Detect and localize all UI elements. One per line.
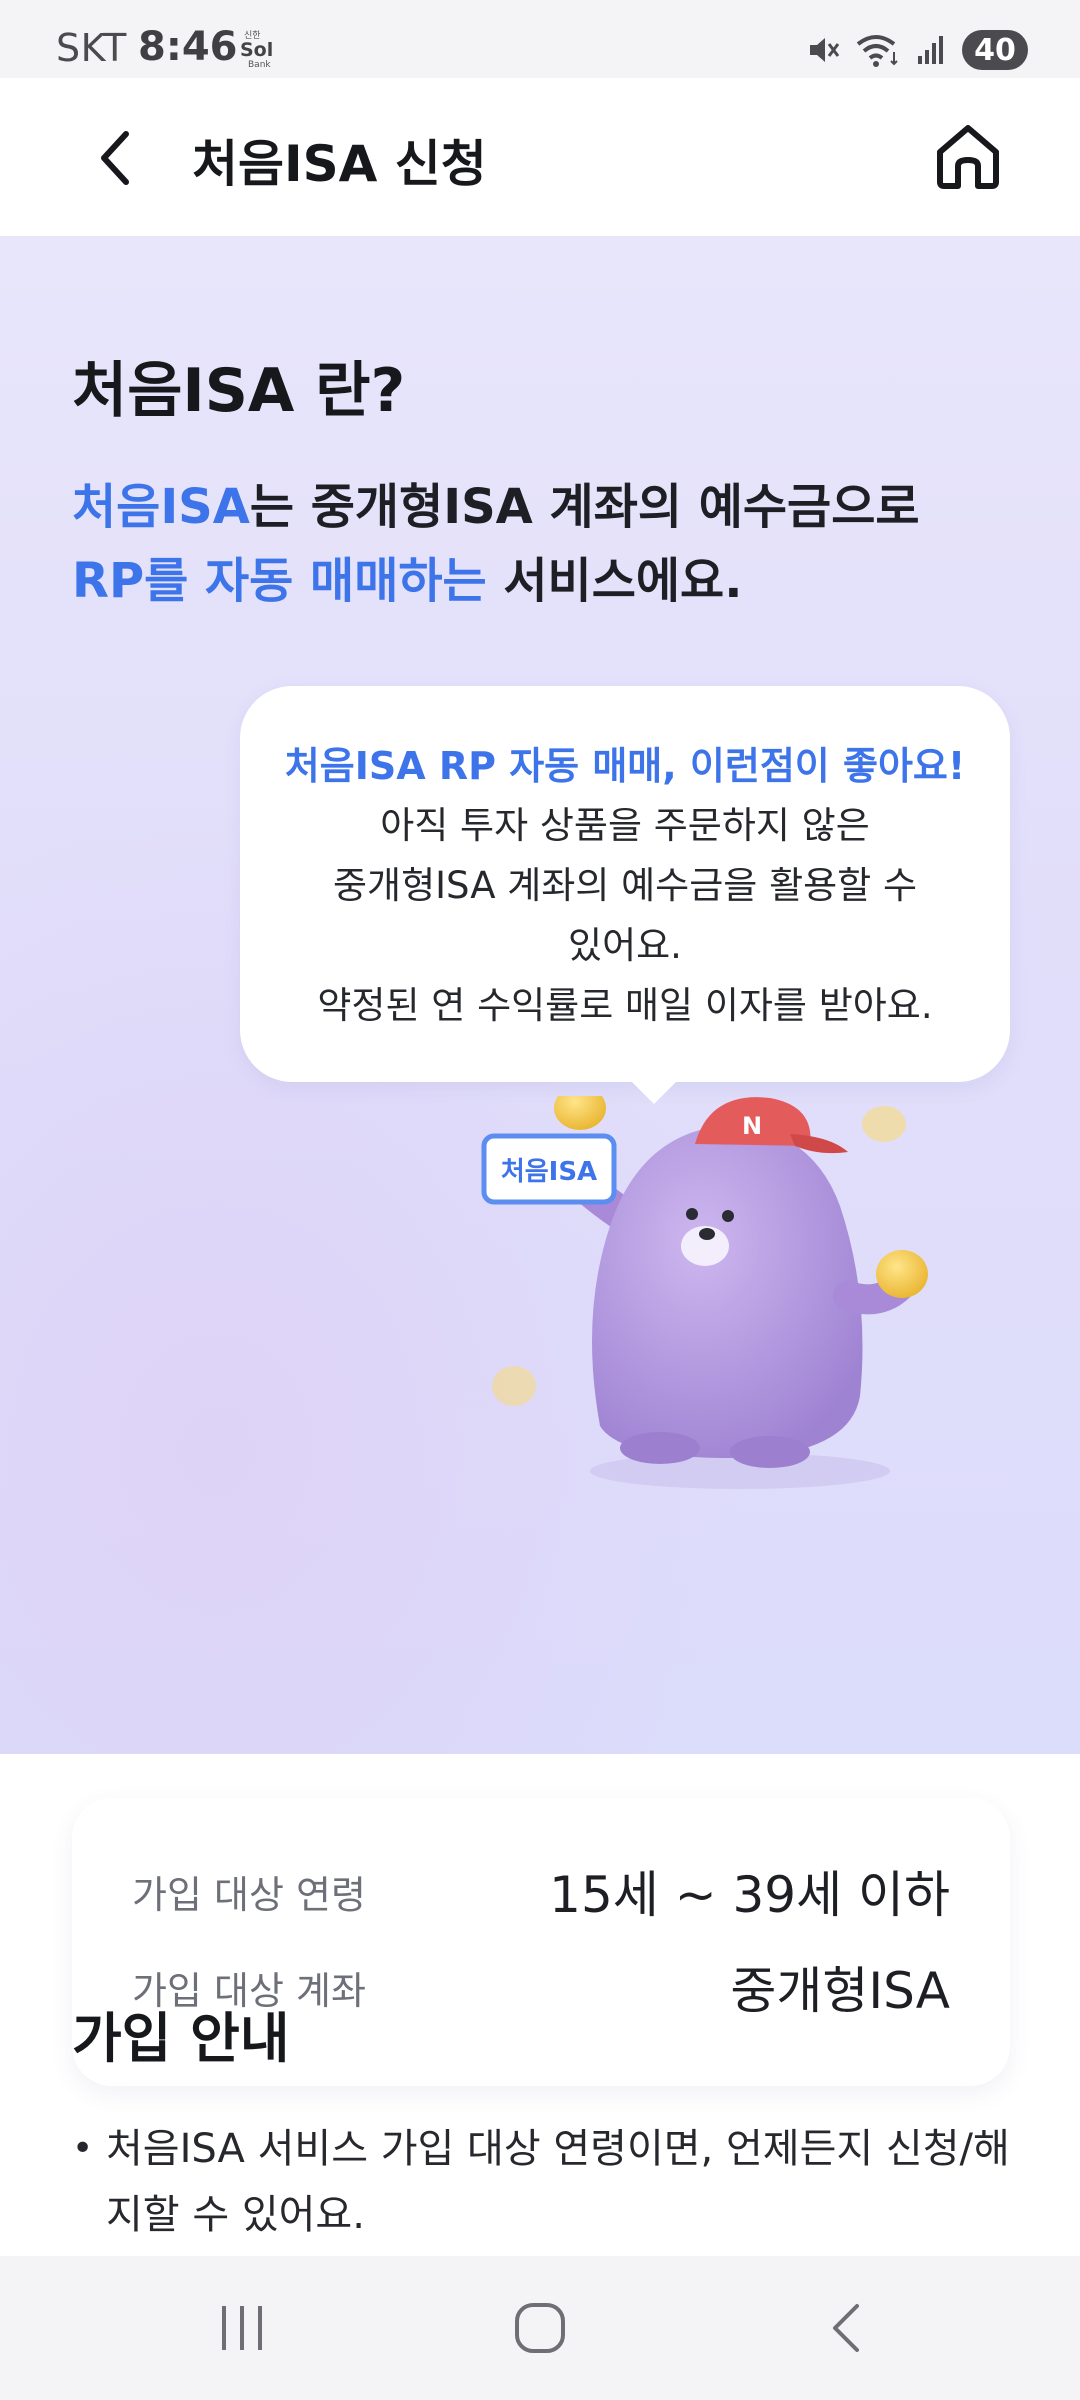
sol-bank-name: Sol [240,39,274,61]
intro-section: 처음ISA 란? 처음ISA는 중개형ISA 계좌의 예수금으로 RP를 자동 … [0,236,1080,2086]
battery-indicator: 40 [962,30,1028,70]
intro-text-2: 서비스에요. [486,553,743,609]
carrier-label: SKT [56,26,127,70]
chevron-left-icon [101,131,129,185]
info-value: 15세 ~ 39세 이하 [549,1866,950,1924]
intro-highlight-2: RP를 자동 매매하는 [72,553,487,609]
bubble-line: 아직 투자 상품을 주문하지 않은 [380,804,870,847]
system-nav-bar [0,2256,1080,2400]
nav-home-icon [515,2303,565,2353]
back-button[interactable] [80,122,152,194]
svg-text:N: N [742,1112,762,1140]
clock: 8:46 [138,24,238,70]
page-title: 처음ISA 신청 [192,135,487,193]
guide-list-item: 처음ISA 서비스 가입 대상 연령이면, 언제든지 신청/해지할 수 있어요. [72,2116,1032,2248]
mascot-illustration: 처음ISA N [481,1096,928,1489]
intro-text-1: 는 중개형ISA 계좌의 예수금으로 [249,479,920,535]
sol-bank-notification-icon: 신한 Sol Bank [238,31,280,72]
signal-icon [918,36,943,64]
home-button[interactable] [928,116,1008,196]
info-label: 가입 대상 연령 [132,1872,366,1917]
guide-title: 가입 안내 [72,2007,290,2070]
recent-apps-icon [222,2306,262,2350]
bubble-heading: 처음ISA RP 자동 매매, 이런점이 좋아요! [284,744,966,788]
nav-home-button[interactable] [500,2292,580,2364]
status-icons: 40 [806,27,1028,73]
intro-description: 처음ISA는 중개형ISA 계좌의 예수금으로 RP를 자동 매매하는 서비스에… [72,470,1032,618]
intro-title: 처음ISA 란? [72,356,406,426]
nav-back-icon [833,2304,859,2352]
app-header: 처음ISA 신청 [0,78,1080,236]
bubble-line: 약정된 연 수익률로 매일 이자를 받아요. [317,984,933,1027]
bubble-line: 중개형ISA 계좌의 예수금을 활용할 수 [332,864,917,907]
status-bar: SKT 8:46 신한 Sol Bank 40 [0,0,1080,78]
nav-back-button[interactable] [806,2292,886,2364]
intro-highlight-1: 처음ISA [72,479,250,535]
sol-bank-sub-label: Bank [248,60,271,70]
mascot-sign-text: 처음ISA [501,1157,597,1187]
info-value: 중개형ISA [730,1962,950,2020]
benefit-speech-bubble: 처음ISA RP 자동 매매, 이런점이 좋아요! 아직 투자 상품을 주문하지… [240,686,1010,1104]
recent-apps-button[interactable] [202,2292,282,2364]
mute-icon [810,38,840,62]
home-icon [937,125,999,189]
wifi-icon [856,35,898,67]
eligibility-row-age: 가입 대상 연령 15세 ~ 39세 이하 [132,1856,950,1926]
bubble-line: 있어요. [568,924,682,967]
